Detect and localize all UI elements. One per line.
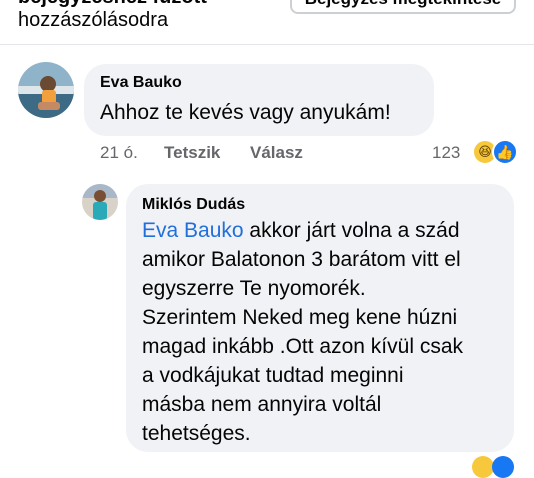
comment-text: Eva Bauko akkor járt volna a szád amikor… xyxy=(142,216,498,448)
notification-text-line-2: hozzászólásodra xyxy=(18,9,169,31)
comment-text: Ahhoz te kevés vagy anyukám! xyxy=(100,101,391,124)
like-icon xyxy=(492,456,514,478)
reply-button[interactable]: Válasz xyxy=(250,143,303,163)
comment-text-line: tehetséges. xyxy=(142,422,251,445)
comment-bubble: Eva Bauko Ahhoz te kevés vagy anyukám! xyxy=(84,64,434,136)
like-button[interactable]: Tetszik xyxy=(164,143,220,163)
comment-text-line: másba nem annyira voltál xyxy=(142,393,382,416)
comment-text-line: a vodkájukat tudtad meginni xyxy=(142,364,404,387)
haha-icon xyxy=(472,456,494,478)
comment-author[interactable]: Miklós Dudás xyxy=(142,196,498,214)
comment-author[interactable]: Eva Bauko xyxy=(100,74,418,92)
comment-text-fragment: akkor járt volna a szád xyxy=(243,219,460,242)
mention-link[interactable]: Eva Bauko xyxy=(142,219,244,242)
avatar[interactable] xyxy=(18,62,74,118)
profile-photo xyxy=(82,184,118,220)
comment-text-line: amikor Balatonon 3 barátom vitt el xyxy=(142,248,461,271)
reply-bubble: Miklós Dudás Eva Bauko akkor járt volna … xyxy=(126,184,514,452)
like-icon: 👍 xyxy=(492,139,518,165)
view-post-button[interactable]: Bejegyzés megtekintése xyxy=(290,0,516,14)
notification-text-line-1: bejegyzéshez fűzött xyxy=(18,0,207,9)
comment-text-line: Szerintem Neked meg kene húzni xyxy=(142,306,458,329)
divider xyxy=(0,44,534,45)
comment-text-line: magad inkább .Ott azon kívül csak xyxy=(142,335,463,358)
profile-photo xyxy=(18,62,74,118)
comment-text-line: Eva Bauko akkor járt volna a szád xyxy=(142,216,498,245)
comment-text-line: egyszerre Te nyomorék. xyxy=(142,277,366,300)
avatar[interactable] xyxy=(82,184,118,220)
comment-timestamp[interactable]: 21 ó. xyxy=(100,143,138,163)
reaction-count[interactable]: 123 xyxy=(432,143,460,163)
